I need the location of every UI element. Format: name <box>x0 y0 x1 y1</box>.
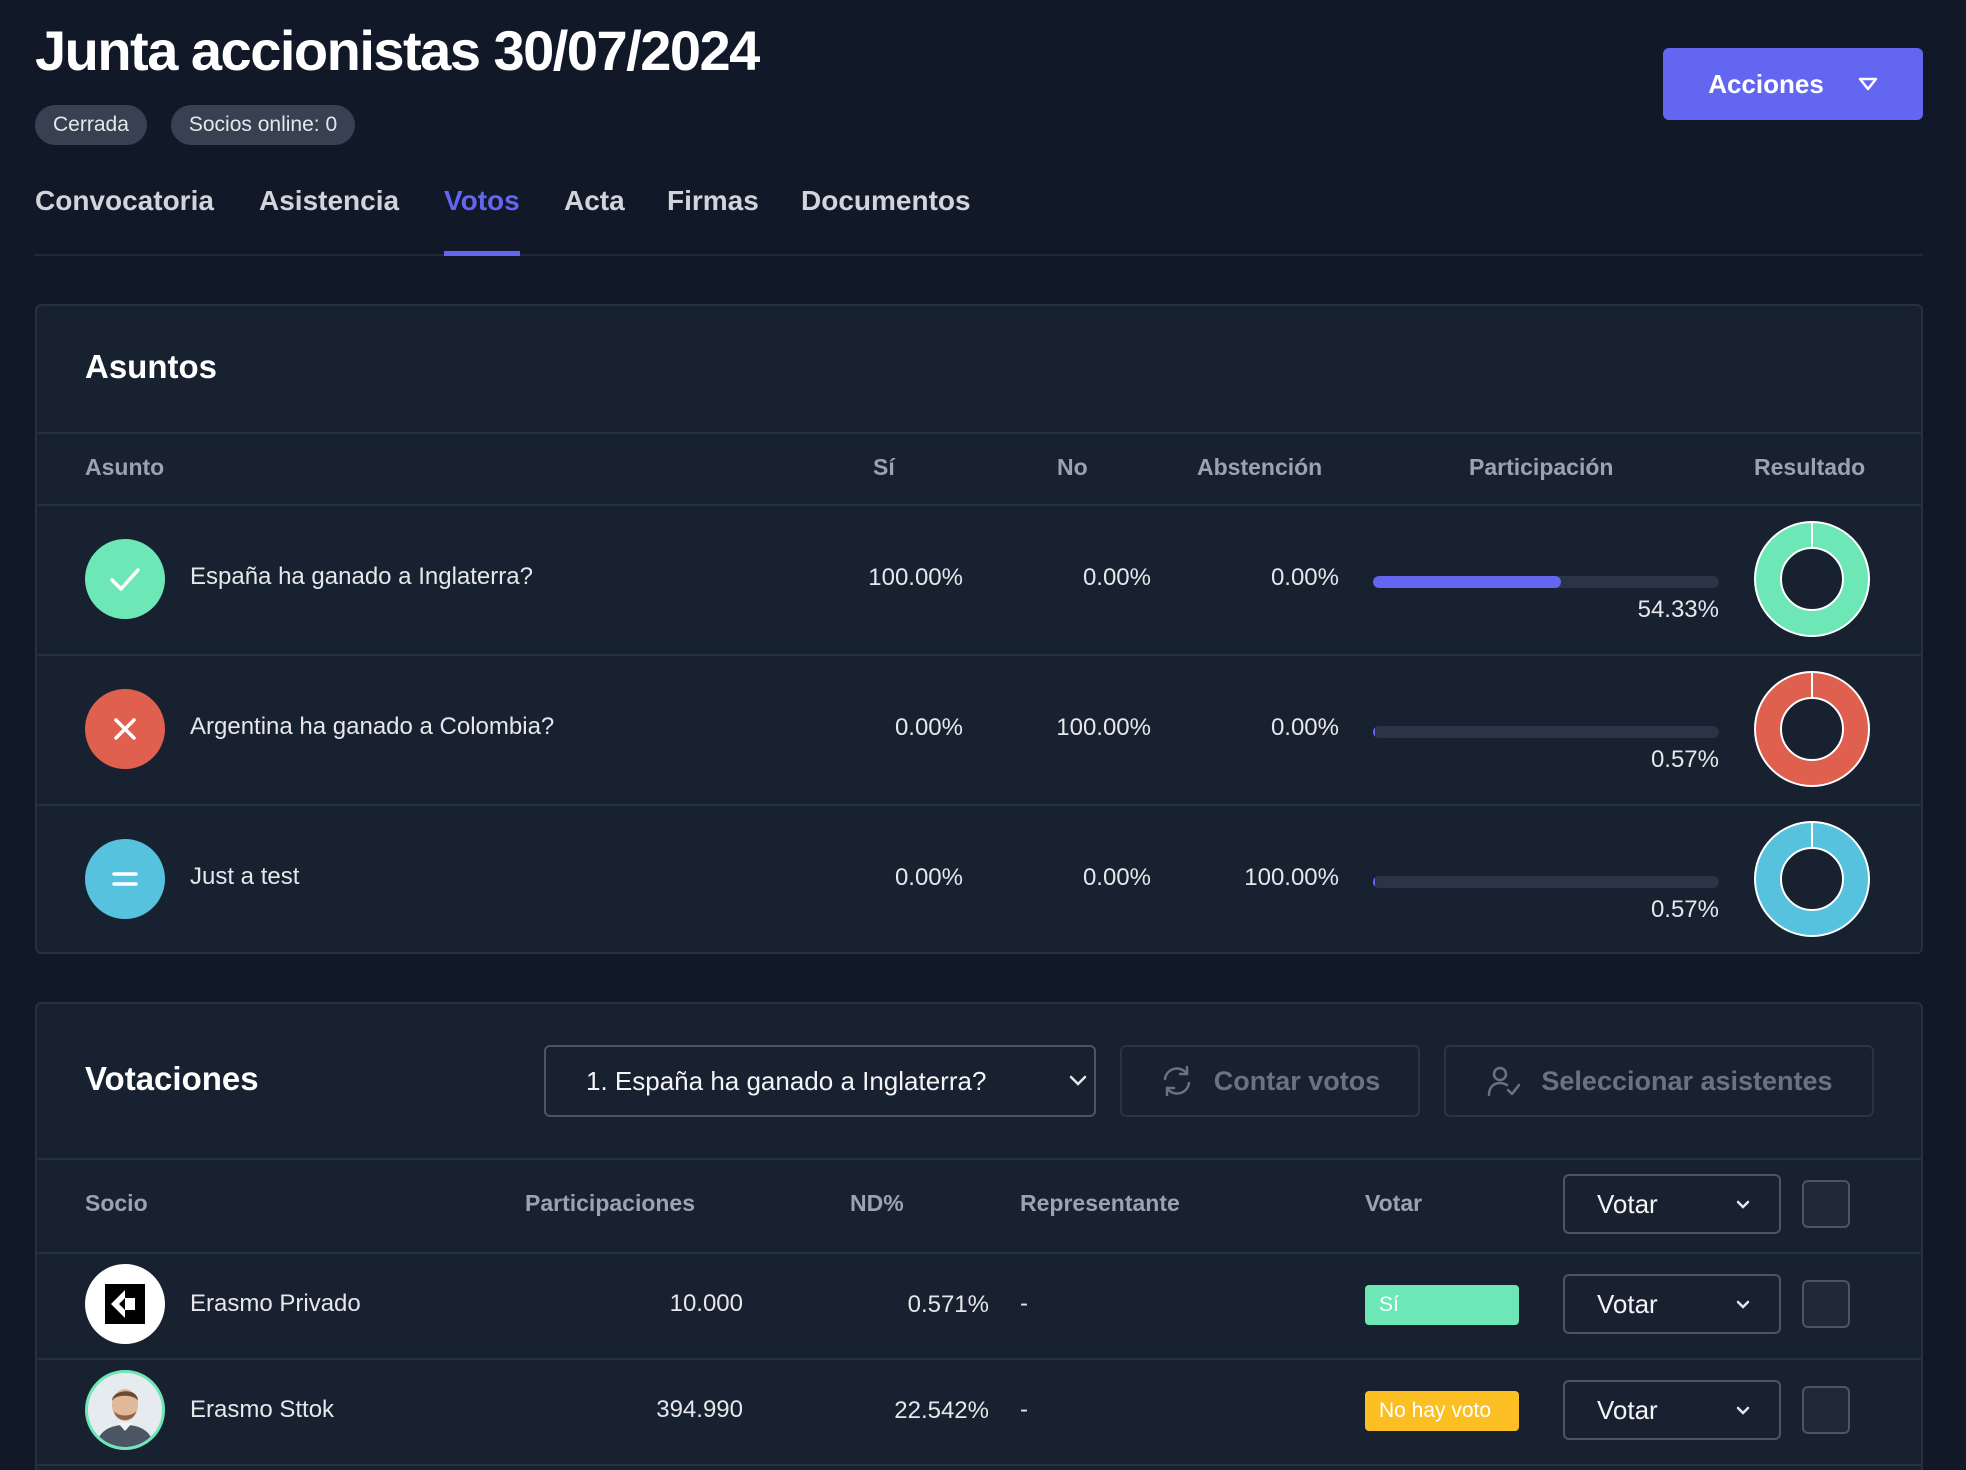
col-si: Sí <box>873 454 895 480</box>
socio-name: Erasmo Sttok <box>190 1396 335 1423</box>
chevron-down-icon <box>1736 1200 1750 1209</box>
status-badges: Cerrada Socios online: 0 <box>35 105 356 145</box>
vote-select-value: Votar <box>1597 1394 1658 1425</box>
asunto-no: 0.00% <box>1082 864 1151 891</box>
vote-select[interactable]: Votar <box>1563 1380 1781 1440</box>
rejected-status <box>85 689 165 769</box>
check-icon <box>110 568 140 591</box>
equals-icon <box>112 872 138 886</box>
asunto-select[interactable]: 1. España ha ganado a Inglaterra? <box>544 1045 1096 1117</box>
socio-participaciones: 10.000 <box>669 1290 743 1317</box>
tab-firmas[interactable]: Firmas <box>667 180 759 256</box>
tab-documentos[interactable]: Documentos <box>801 180 971 256</box>
participation-value: 0.57% <box>1650 746 1719 773</box>
asunto-no: 0.00% <box>1082 564 1151 591</box>
vote-select-value: Votar <box>1597 1288 1658 1319</box>
asunto-abstencion: 100.00% <box>1244 864 1339 891</box>
page-title: Junta accionistas 30/07/2024 <box>35 19 760 82</box>
asunto-abstencion: 0.00% <box>1270 714 1339 741</box>
count-votes-label: Contar votos <box>1213 1065 1381 1096</box>
person-photo-icon <box>88 1373 162 1447</box>
asunto-name: Just a test <box>190 863 300 890</box>
participation-value: 54.33% <box>1637 596 1719 623</box>
tab-convocatoria[interactable]: Convocatoria <box>35 180 214 256</box>
tab-bar: Convocatoria Asistencia Votos Acta Firma… <box>35 180 1923 256</box>
col-nd: ND% <box>850 1190 904 1216</box>
result-donut <box>1754 821 1870 937</box>
actions-button[interactable]: Acciones <box>1663 48 1923 120</box>
col-no: No <box>1057 454 1088 480</box>
row-checkbox[interactable] <box>1802 1386 1850 1434</box>
avatar <box>85 1370 165 1450</box>
col-resultado: Resultado <box>1754 454 1866 480</box>
refresh-icon <box>1163 1065 1190 1097</box>
result-donut <box>1754 671 1870 787</box>
asunto-si: 0.00% <box>894 714 963 741</box>
participation-bar <box>1373 876 1719 888</box>
abstention-status <box>85 839 165 919</box>
vote-select[interactable]: Votar <box>1563 1274 1781 1334</box>
select-all-checkbox[interactable] <box>1802 1180 1850 1228</box>
socio-representante: - <box>1020 1290 1028 1317</box>
bulk-vote-select[interactable]: Votar <box>1563 1174 1781 1234</box>
socio-name: Erasmo Privado <box>190 1290 361 1317</box>
online-badge: Socios online: 0 <box>170 105 356 145</box>
chevron-down-icon <box>1069 1075 1087 1086</box>
tab-asistencia[interactable]: Asistencia <box>259 180 399 256</box>
asuntos-title: Asuntos <box>85 348 217 385</box>
socio-nd: 22.542% <box>894 1397 989 1424</box>
caret-down-icon <box>1858 77 1878 91</box>
socio-participaciones: 394.990 <box>656 1396 743 1423</box>
participation-bar <box>1373 576 1719 588</box>
asunto-name: España ha ganado a Inglaterra? <box>190 563 533 590</box>
col-participacion: Participación <box>1469 454 1614 480</box>
votaciones-card: Votaciones 1. España ha ganado a Inglate… <box>35 1002 1923 1470</box>
tab-votos[interactable]: Votos <box>444 180 520 256</box>
asuntos-card: Asuntos Asunto Sí No Abstención Particip… <box>35 304 1923 954</box>
status-badge: Cerrada <box>35 105 147 145</box>
avatar <box>85 1264 165 1344</box>
participation-value: 0.57% <box>1650 896 1719 923</box>
select-attendees-label: Seleccionar asistentes <box>1541 1065 1833 1096</box>
socio-representante: - <box>1020 1396 1028 1423</box>
select-attendees-button[interactable]: Seleccionar asistentes <box>1444 1045 1874 1117</box>
approved-status <box>85 539 165 619</box>
chevron-down-icon <box>1736 1406 1750 1415</box>
asunto-abstencion: 0.00% <box>1270 564 1339 591</box>
chevron-down-icon <box>1736 1300 1750 1309</box>
vote-status-badge: Sí <box>1365 1285 1519 1325</box>
votaciones-title: Votaciones <box>85 1060 259 1097</box>
actions-label: Acciones <box>1708 68 1824 99</box>
count-votes-button[interactable]: Contar votos <box>1120 1045 1420 1117</box>
user-check-icon <box>1488 1066 1521 1097</box>
asunto-name: Argentina ha ganado a Colombia? <box>190 713 555 740</box>
participation-bar <box>1373 726 1719 738</box>
asunto-si: 0.00% <box>894 864 963 891</box>
tab-acta[interactable]: Acta <box>564 180 625 256</box>
close-icon <box>114 718 136 740</box>
bulk-vote-value: Votar <box>1597 1188 1658 1219</box>
col-asunto: Asunto <box>85 454 165 480</box>
socio-nd: 0.571% <box>907 1291 989 1318</box>
company-logo-icon <box>105 1284 145 1324</box>
asunto-si: 100.00% <box>868 564 963 591</box>
col-participaciones: Participaciones <box>525 1190 696 1216</box>
asunto-no: 100.00% <box>1056 714 1151 741</box>
col-socio: Socio <box>85 1190 148 1216</box>
asunto-select-value: 1. España ha ganado a Inglaterra? <box>586 1065 987 1096</box>
row-checkbox[interactable] <box>1802 1280 1850 1328</box>
result-donut <box>1754 521 1870 637</box>
col-votar: Votar <box>1365 1190 1423 1216</box>
col-representante: Representante <box>1020 1190 1180 1216</box>
col-abstencion: Abstención <box>1197 454 1323 480</box>
vote-status-badge: No hay voto <box>1365 1391 1519 1431</box>
